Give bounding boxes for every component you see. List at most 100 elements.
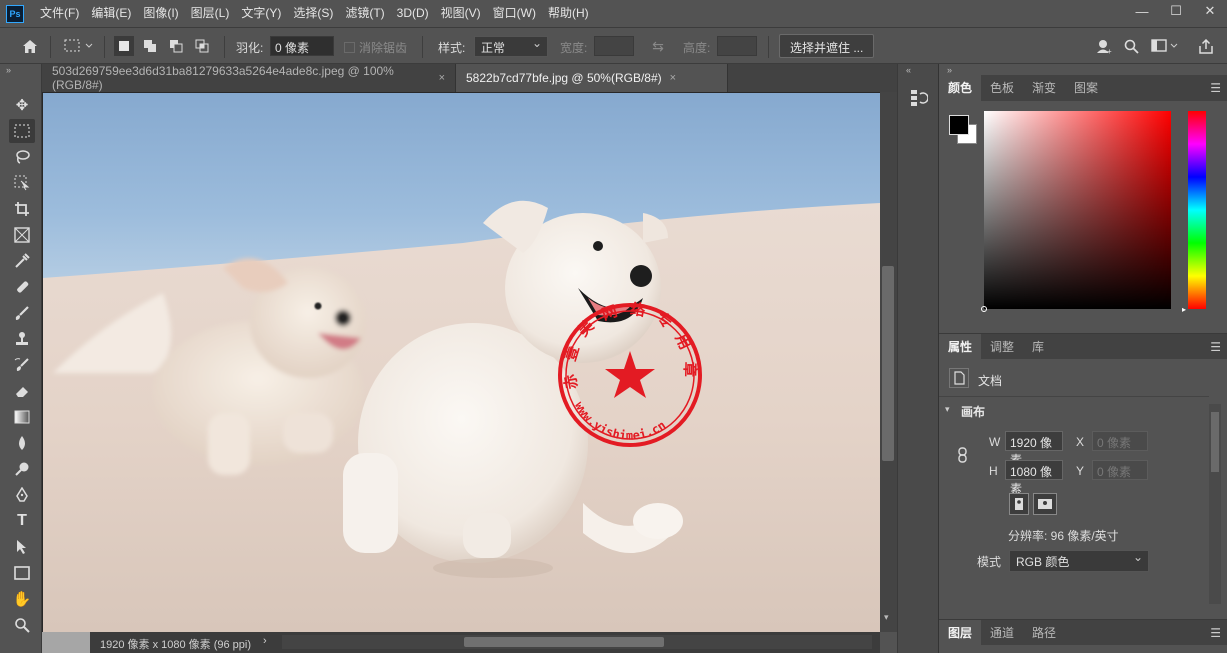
rectangle-tool-icon[interactable] xyxy=(9,561,35,585)
close-tab-icon[interactable]: × xyxy=(670,72,676,84)
antialias-label: 消除锯齿 xyxy=(359,41,408,55)
home-icon[interactable] xyxy=(20,36,40,56)
brush-tool-icon[interactable] xyxy=(9,301,35,325)
move-tool-icon[interactable]: ✥ xyxy=(9,93,35,117)
swap-arrows-icon[interactable]: ⇆ xyxy=(648,36,668,56)
vertical-scrollbar[interactable]: ▾ xyxy=(880,92,897,632)
tab-paths[interactable]: 路径 xyxy=(1023,620,1065,645)
close-window-button[interactable]: ✕ xyxy=(1193,0,1227,22)
tab-patterns[interactable]: 图案 xyxy=(1065,75,1107,101)
gradient-tool-icon[interactable] xyxy=(9,405,35,429)
portrait-orientation-icon[interactable] xyxy=(1009,493,1029,515)
path-selection-tool-icon[interactable] xyxy=(9,535,35,559)
properties-scroll-thumb[interactable] xyxy=(1211,412,1219,472)
menu-view[interactable]: 视图(V) xyxy=(435,0,487,27)
marquee-preset-icon[interactable] xyxy=(62,36,96,56)
menu-type[interactable]: 文字(Y) xyxy=(235,0,287,27)
menu-edit[interactable]: 编辑(E) xyxy=(85,0,137,27)
zoom-tool-icon[interactable] xyxy=(9,613,35,637)
tab-layers[interactable]: 图层 xyxy=(939,620,982,645)
object-selection-tool-icon[interactable] xyxy=(9,171,35,195)
y-label: Y xyxy=(1076,464,1085,478)
menu-help[interactable]: 帮助(H) xyxy=(542,0,595,27)
history-brush-tool-icon[interactable] xyxy=(9,353,35,377)
select-and-mask-button[interactable]: 选择并遮住 ... xyxy=(779,34,875,58)
hue-slider-handle[interactable]: ▸ xyxy=(1182,305,1186,314)
menu-3d[interactable]: 3D(D) xyxy=(391,0,435,27)
search-icon[interactable] xyxy=(1121,36,1141,56)
horizontal-scrollbar[interactable] xyxy=(282,635,872,649)
collapse-strip-icon[interactable]: « xyxy=(906,65,911,75)
collapse-canvas-section-icon[interactable]: ▾ xyxy=(945,404,950,415)
workspace-icon[interactable] xyxy=(1150,36,1180,56)
minimize-button[interactable]: — xyxy=(1125,0,1159,22)
menu-select[interactable]: 选择(S) xyxy=(287,0,339,27)
document-image[interactable]: 赤 壹 美 网 络 专 用 章 www.yishimei.cn xyxy=(43,93,880,632)
panel-menu-icon[interactable]: ☰ xyxy=(1210,340,1221,354)
antialias-checkbox[interactable]: 消除锯齿 xyxy=(344,39,407,56)
tab-color[interactable]: 颜色 xyxy=(939,75,982,101)
pen-tool-icon[interactable] xyxy=(9,483,35,507)
type-tool-icon[interactable]: T xyxy=(9,509,35,533)
menu-image[interactable]: 图像(I) xyxy=(137,0,184,27)
restore-button[interactable]: ☐ xyxy=(1159,0,1193,22)
canvas-height-field[interactable]: 1080 像素 xyxy=(1005,460,1063,496)
tab-properties[interactable]: 属性 xyxy=(939,334,982,359)
crop-tool-icon[interactable] xyxy=(9,197,35,221)
marquee-tool-icon[interactable] xyxy=(9,119,35,143)
healing-brush-tool-icon[interactable] xyxy=(9,275,35,299)
hand-tool-icon[interactable]: ✋ xyxy=(9,587,35,611)
hue-slider[interactable]: ▸ xyxy=(1182,111,1206,314)
width-input[interactable] xyxy=(594,36,634,56)
scroll-thumb[interactable] xyxy=(882,266,894,461)
tab-swatches[interactable]: 色板 xyxy=(981,75,1023,101)
collapse-panels-icon[interactable]: » xyxy=(947,65,952,75)
y-field[interactable]: 0 像素 xyxy=(1092,460,1148,480)
scroll-down-icon[interactable]: ▾ xyxy=(884,612,889,623)
blur-tool-icon[interactable] xyxy=(9,431,35,455)
menu-layer[interactable]: 图层(L) xyxy=(185,0,236,27)
canvas-area[interactable]: 赤 壹 美 网 络 专 用 章 www.yishimei.cn xyxy=(42,92,880,632)
canvas-width-field[interactable]: 1920 像素 xyxy=(1005,431,1063,467)
eraser-tool-icon[interactable] xyxy=(9,379,35,403)
mode-select[interactable]: RGB 颜色 xyxy=(1009,550,1149,572)
menu-file[interactable]: 文件(F) xyxy=(34,0,85,27)
history-panel-icon[interactable] xyxy=(910,88,929,108)
tab-libraries[interactable]: 库 xyxy=(1023,334,1053,359)
zoom-field[interactable] xyxy=(42,632,90,653)
menu-window[interactable]: 窗口(W) xyxy=(487,0,542,27)
eyedropper-tool-icon[interactable] xyxy=(9,249,35,273)
height-input[interactable] xyxy=(717,36,757,56)
menu-filter[interactable]: 滤镜(T) xyxy=(339,0,390,27)
close-tab-icon[interactable]: × xyxy=(439,72,445,84)
tab-document-1[interactable]: 503d269759ee3d6d31ba81279633a5264e4ade8c… xyxy=(42,64,456,92)
tab-adjustments[interactable]: 调整 xyxy=(981,334,1023,359)
tab-document-2[interactable]: 5822b7cd77bfe.jpg @ 50%(RGB/8#) × xyxy=(456,64,728,92)
dodge-tool-icon[interactable] xyxy=(9,457,35,481)
intersect-selection-icon[interactable] xyxy=(192,36,212,56)
color-field[interactable] xyxy=(981,111,1171,312)
style-select[interactable]: 正常 xyxy=(474,36,548,57)
lasso-tool-icon[interactable] xyxy=(9,145,35,169)
clone-stamp-tool-icon[interactable] xyxy=(9,327,35,351)
tab-gradients[interactable]: 渐变 xyxy=(1023,75,1065,101)
panel-menu-icon[interactable]: ☰ xyxy=(1210,626,1221,640)
feather-input[interactable]: 0 像素 xyxy=(270,36,334,56)
new-selection-icon[interactable] xyxy=(114,36,134,56)
subtract-selection-icon[interactable] xyxy=(166,36,186,56)
link-proportions-icon[interactable] xyxy=(957,447,969,463)
horizontal-scroll-thumb[interactable] xyxy=(464,637,664,647)
landscape-orientation-icon[interactable] xyxy=(1033,493,1057,515)
foreground-color-swatch[interactable] xyxy=(949,115,969,135)
color-picker-cursor[interactable] xyxy=(981,306,987,312)
panel-menu-icon[interactable]: ☰ xyxy=(1210,81,1221,95)
frame-tool-icon[interactable] xyxy=(9,223,35,247)
tab-channels[interactable]: 通道 xyxy=(981,620,1023,645)
x-field[interactable]: 0 像素 xyxy=(1092,431,1148,451)
user-icon[interactable]: + xyxy=(1094,36,1114,56)
properties-scrollbar[interactable] xyxy=(1209,404,1221,604)
status-info-arrow-icon[interactable]: › xyxy=(263,635,267,647)
collapse-toolbar-icon[interactable]: » xyxy=(6,65,11,75)
add-selection-icon[interactable] xyxy=(140,36,160,56)
share-icon[interactable] xyxy=(1196,36,1216,56)
